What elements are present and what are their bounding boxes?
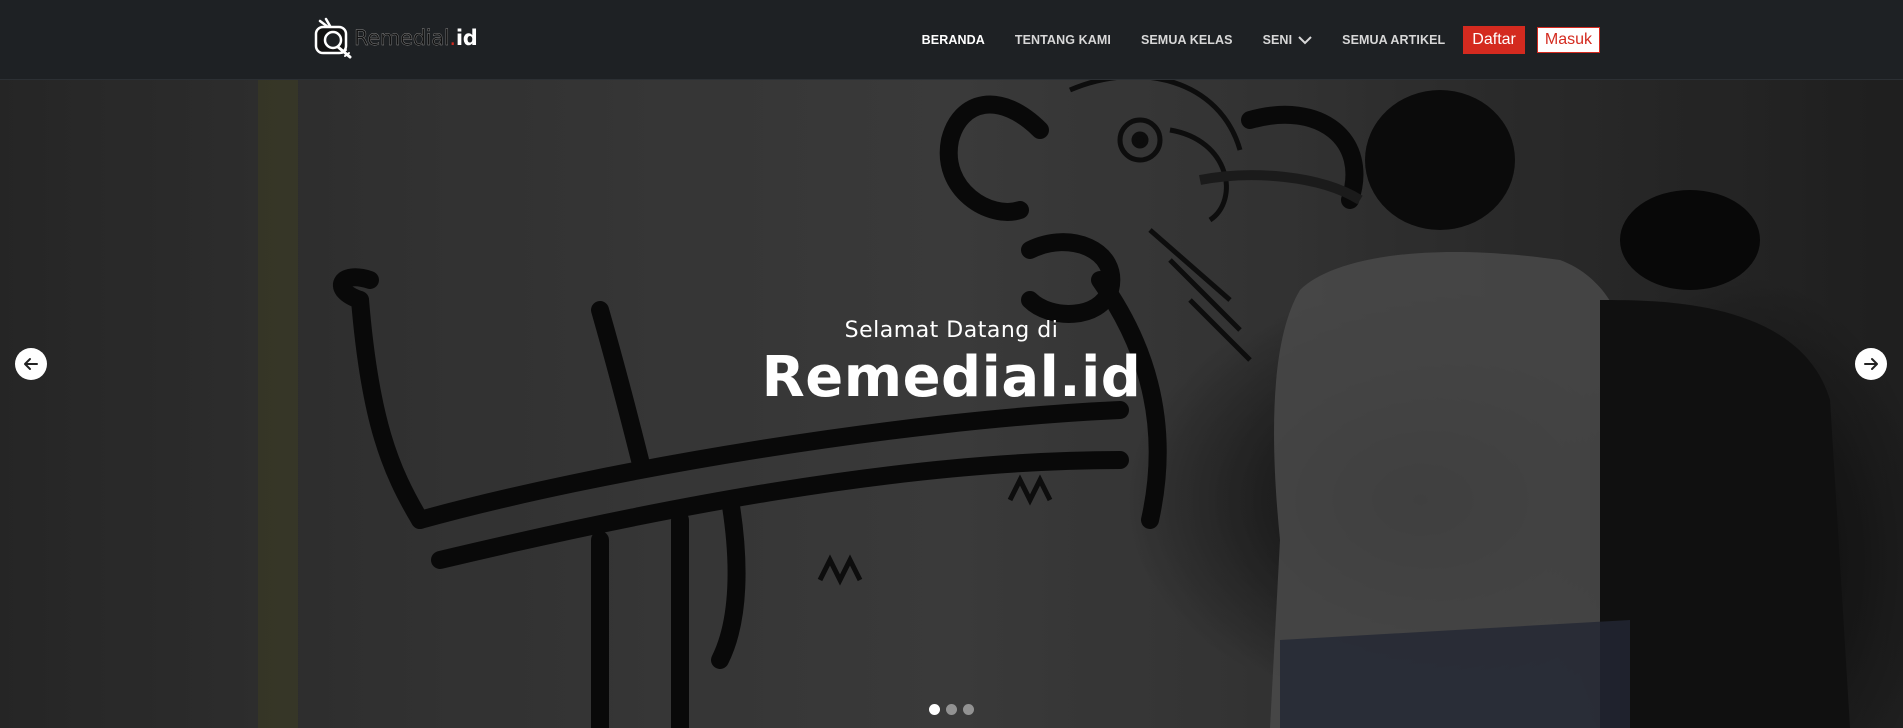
logo-tv-icon <box>314 17 352 59</box>
chevron-down-icon <box>1298 36 1312 45</box>
carousel-next-button[interactable] <box>1855 348 1887 380</box>
nav-item-seni[interactable]: SENI <box>1263 33 1313 47</box>
carousel-indicator-1[interactable] <box>929 704 940 715</box>
top-navbar: Remedial.id BERANDA TENTANG KAMI SEMUA K… <box>0 0 1903 80</box>
hero-title: Remedial.id <box>761 345 1142 410</box>
nav-item-seni-label: SENI <box>1262 33 1293 47</box>
page: Remedial.id BERANDA TENTANG KAMI SEMUA K… <box>0 0 1903 728</box>
carousel-indicator-3[interactable] <box>963 704 974 715</box>
register-button[interactable]: Daftar <box>1463 26 1525 54</box>
logo-wordmark: Remedial.id <box>354 26 478 50</box>
nav-item-tentang-kami[interactable]: TENTANG KAMI <box>1015 33 1111 47</box>
nav-item-semua-artikel[interactable]: SEMUA ARTIKEL <box>1342 33 1445 47</box>
nav-item-beranda[interactable]: BERANDA <box>922 33 985 47</box>
carousel-indicator-2[interactable] <box>946 704 957 715</box>
site-logo[interactable]: Remedial.id <box>312 14 478 62</box>
logo-text-main: Remedial <box>354 26 450 50</box>
logo-text-suffix: id <box>455 26 478 50</box>
nav-item-semua-kelas[interactable]: SEMUA KELAS <box>1141 33 1233 47</box>
arrow-left-icon <box>24 358 38 370</box>
login-button[interactable]: Masuk <box>1536 27 1600 53</box>
carousel-prev-button[interactable] <box>15 348 47 380</box>
carousel-indicators <box>0 704 1903 715</box>
arrow-right-icon <box>1864 358 1878 370</box>
hero-subtitle: Selamat Datang di <box>844 318 1059 343</box>
hero-caption: Selamat Datang di Remedial.id <box>0 318 1903 410</box>
main-navigation: BERANDA TENTANG KAMI SEMUA KELAS SENI SE… <box>892 0 1600 80</box>
